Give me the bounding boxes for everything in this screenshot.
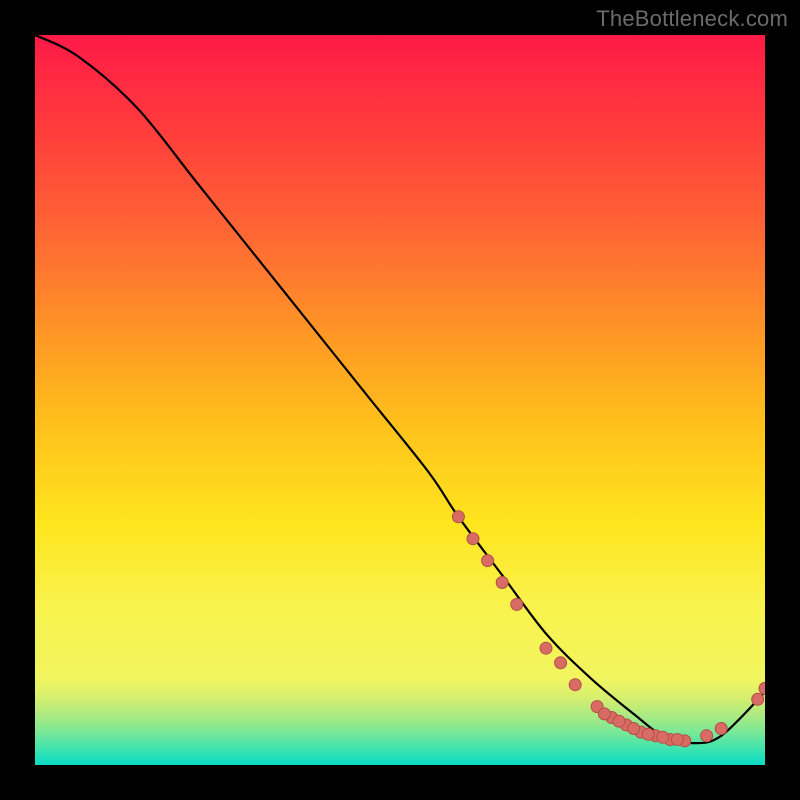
- curve-dot: [671, 734, 683, 746]
- curve-dot: [452, 511, 464, 523]
- curve-dot: [759, 682, 765, 694]
- curve-dot: [657, 731, 669, 743]
- chart-frame: TheBottleneck.com: [0, 0, 800, 800]
- curve-dot: [511, 598, 523, 610]
- curve-dot: [701, 730, 713, 742]
- watermark-text: TheBottleneck.com: [596, 6, 788, 32]
- curve-dot: [540, 642, 552, 654]
- bottleneck-curve: [35, 35, 765, 743]
- chart-svg: [35, 35, 765, 765]
- plot-area: [35, 35, 765, 765]
- curve-dot: [569, 679, 581, 691]
- curve-dot: [752, 693, 764, 705]
- curve-dot: [628, 723, 640, 735]
- curve-dot: [555, 657, 567, 669]
- curve-dot: [715, 723, 727, 735]
- curve-dots: [452, 511, 765, 747]
- curve-dot: [642, 728, 654, 740]
- curve-dot: [613, 715, 625, 727]
- curve-dot: [482, 555, 494, 567]
- curve-dot: [598, 708, 610, 720]
- curve-dot: [496, 577, 508, 589]
- curve-dot: [467, 533, 479, 545]
